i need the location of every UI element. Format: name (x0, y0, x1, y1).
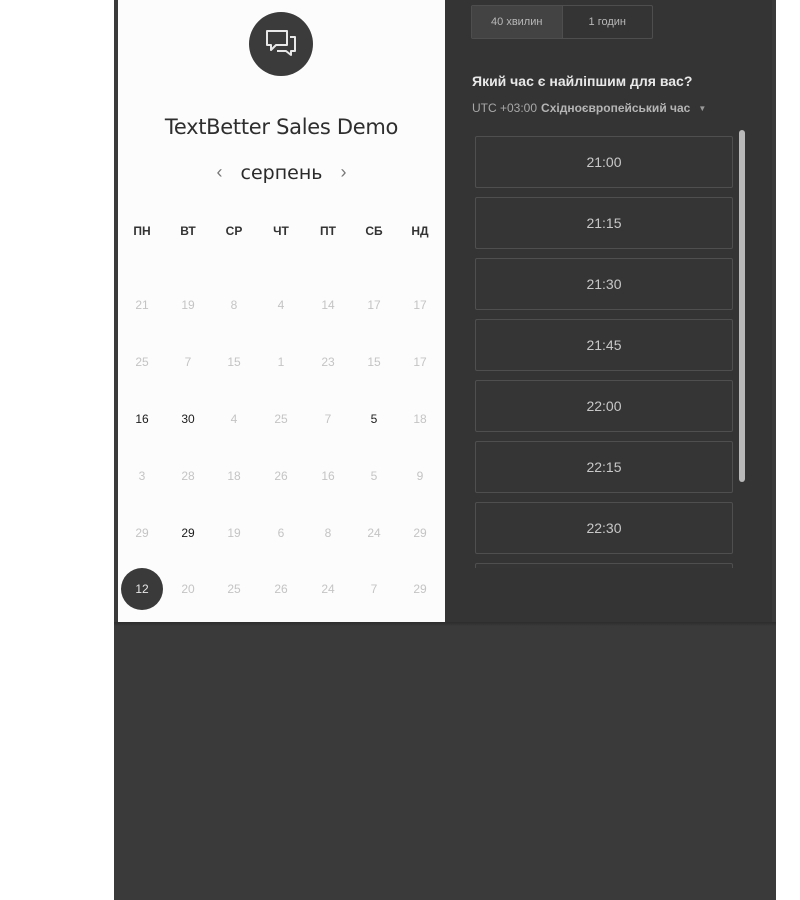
timezone-offset: UTC +03:00 (472, 101, 538, 115)
calendar-day: 26 (274, 582, 288, 596)
calendar-day: 17 (413, 298, 427, 312)
duration-tab-1h[interactable]: 1 годин (561, 6, 653, 38)
time-slot-button[interactable]: 22:15 (475, 441, 733, 493)
calendar-day: 29 (135, 526, 149, 540)
time-slot-list: 21:00 21:15 21:30 21:45 22:00 22:15 22:30 (475, 136, 735, 568)
calendar-day: 29 (413, 582, 427, 596)
calendar-panel: TextBetter Sales Demo ‹ серпень › ПН ВТ СР… (118, 0, 445, 622)
time-slot-button[interactable]: 22:00 (475, 380, 733, 432)
calendar-day: 1 (277, 355, 285, 369)
calendar-day: 26 (274, 469, 288, 483)
calendar-day: 9 (416, 469, 424, 483)
calendar-day: 8 (230, 298, 238, 312)
calendar-day: 24 (321, 582, 335, 596)
company-logo (249, 12, 313, 76)
weekday-label: ЧТ (273, 224, 289, 238)
calendar-day: 28 (181, 469, 195, 483)
time-slot-button[interactable] (475, 563, 733, 568)
timezone-name: Східноєвропейський час (541, 101, 691, 115)
weekday-label: СР (225, 224, 243, 238)
event-title: TextBetter Sales Demo (164, 115, 399, 139)
calendar-day[interactable]: 29 (168, 513, 208, 553)
calendar-day: 4 (230, 412, 238, 426)
calendar-day: 17 (413, 355, 427, 369)
calendar-day: 7 (370, 582, 378, 596)
time-panel: 40 хвилин 1 годин Який час є найліпшим д… (445, 0, 772, 622)
calendar-day: 4 (277, 298, 285, 312)
weekday-label: СБ (365, 224, 383, 238)
calendar-day: 23 (321, 355, 335, 369)
time-slot-button[interactable]: 21:30 (475, 258, 733, 310)
chat-bubbles-icon (266, 30, 296, 56)
month-label: серпень (240, 161, 323, 184)
calendar-day: 29 (413, 526, 427, 540)
calendar-day: 18 (227, 469, 241, 483)
calendar-day: 24 (367, 526, 381, 540)
calendar-day: 19 (181, 298, 195, 312)
calendar-day: 18 (413, 412, 427, 426)
calendar-day: 7 (184, 355, 192, 369)
calendar-day[interactable]: 30 (168, 399, 208, 439)
calendar-day: 7 (324, 412, 332, 426)
weekday-label: ПН (133, 224, 151, 238)
calendar-day: 14 (321, 298, 335, 312)
calendar-day: 5 (370, 469, 378, 483)
time-slot-button[interactable]: 21:45 (475, 319, 733, 371)
weekday-header: ПН ВТ СР ЧТ ПТ СБ НД (118, 224, 445, 244)
scrollbar-thumb[interactable] (739, 130, 745, 482)
prev-month-button[interactable]: ‹ (213, 160, 227, 185)
timezone-selector[interactable]: UTC +03:00 Східноєвропейський час ▼ (472, 101, 706, 115)
time-slot-button[interactable]: 21:15 (475, 197, 733, 249)
time-question: Який час є найліпшим для вас? (472, 73, 693, 89)
calendar-day[interactable]: 16 (122, 399, 162, 439)
duration-selector: 40 хвилин 1 годин (471, 5, 653, 39)
month-navigation: ‹ серпень › (118, 160, 445, 185)
calendar-day: 8 (324, 526, 332, 540)
calendar-day: 17 (367, 298, 381, 312)
calendar-day[interactable]: 5 (354, 399, 394, 439)
weekday-label: ПТ (320, 224, 336, 238)
calendar-day: 6 (277, 526, 285, 540)
calendar-day: 21 (135, 298, 149, 312)
calendar-day: 16 (321, 469, 335, 483)
time-slot-button[interactable]: 21:00 (475, 136, 733, 188)
weekday-label: ВТ (180, 224, 196, 238)
calendar-day: 15 (227, 355, 241, 369)
caret-down-icon: ▼ (698, 103, 707, 113)
calendar-day-selected[interactable]: 12 (121, 568, 163, 610)
next-month-button[interactable]: › (336, 160, 350, 185)
calendar-day: 25 (227, 582, 241, 596)
calendar-day: 20 (181, 582, 195, 596)
calendar-day: 19 (227, 526, 241, 540)
panel-bottom-edge (114, 622, 776, 626)
calendar-day: 3 (138, 469, 146, 483)
calendar-day: 25 (135, 355, 149, 369)
time-slot-button[interactable]: 22:30 (475, 502, 733, 554)
duration-tab-40min[interactable]: 40 хвилин (472, 6, 562, 38)
calendar-day: 15 (367, 355, 381, 369)
calendar-day: 25 (274, 412, 288, 426)
weekday-label: НД (411, 224, 429, 238)
